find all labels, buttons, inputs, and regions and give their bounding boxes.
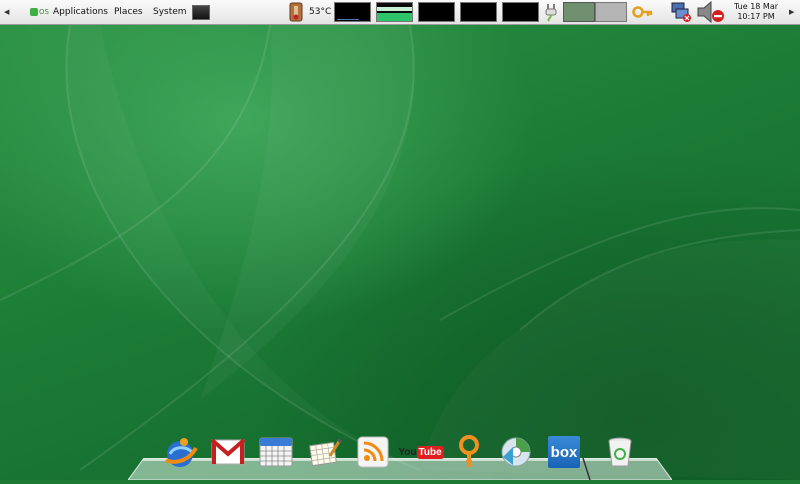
places-menu[interactable]: Places	[114, 0, 143, 24]
spreadsheet-icon[interactable]	[306, 433, 344, 471]
cpu-monitor[interactable]	[334, 2, 371, 22]
calendar-icon[interactable]	[257, 433, 295, 471]
panel-left-arrow[interactable]: ◀	[4, 0, 9, 24]
os-logo-text: OS	[39, 8, 49, 16]
panel-right-arrow[interactable]: ▶	[789, 0, 794, 24]
youtube-tube-text: Tube	[416, 445, 444, 459]
trash-icon[interactable]	[601, 433, 639, 471]
youtube-you-text: You	[398, 446, 417, 458]
gmail-icon[interactable]	[209, 433, 247, 471]
clock-time: 10:17 PM	[737, 12, 775, 21]
clock-date: Tue 18 Mar	[733, 2, 779, 11]
load-monitor[interactable]	[502, 2, 539, 22]
workspace-1[interactable]	[563, 2, 595, 22]
clock[interactable]: Tue 18 Mar 10:17 PM	[730, 0, 782, 24]
box-icon[interactable]: box	[545, 433, 583, 471]
rss-feed-icon[interactable]	[354, 433, 392, 471]
memory-monitor[interactable]	[376, 2, 413, 22]
search-icon[interactable]	[450, 433, 488, 471]
desktop-wallpaper	[0, 0, 800, 480]
key-icon[interactable]	[632, 0, 654, 24]
workspace-2[interactable]	[595, 2, 627, 22]
power-plug-icon[interactable]	[543, 0, 559, 24]
network-monitor[interactable]	[418, 2, 455, 22]
swap-monitor[interactable]	[460, 2, 497, 22]
top-panel: ◀ OS Applications Places System 53°C Tue…	[0, 0, 800, 25]
terminal-launcher-icon[interactable]	[192, 0, 210, 24]
volume-muted-icon[interactable]	[696, 0, 726, 24]
media-player-icon[interactable]	[497, 433, 535, 471]
workspace-switcher[interactable]	[563, 0, 627, 24]
temperature-readout: 53°C	[309, 7, 332, 17]
thermometer-icon	[288, 0, 304, 24]
web-browser-icon[interactable]	[161, 433, 199, 471]
youtube-icon[interactable]: You Tube	[398, 433, 444, 471]
box-icon-label: box	[550, 443, 578, 461]
os-logo-icon[interactable]: OS	[30, 0, 49, 24]
network-disconnected-icon[interactable]	[670, 0, 692, 24]
system-menu[interactable]: System	[153, 0, 187, 24]
applications-menu[interactable]: Applications	[53, 0, 108, 24]
